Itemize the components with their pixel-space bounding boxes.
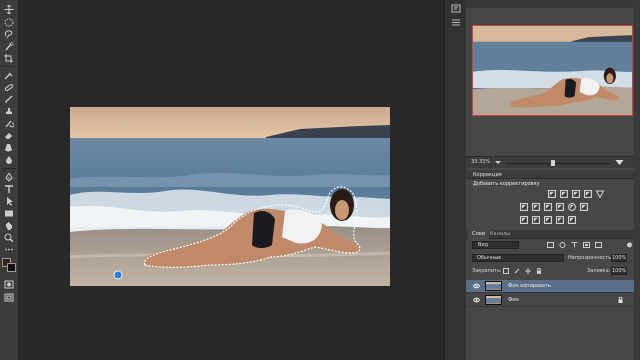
invert-icon[interactable] xyxy=(520,216,528,224)
lasso-tool-icon[interactable] xyxy=(3,29,15,39)
zoom-out-icon[interactable] xyxy=(494,159,502,166)
threshold-icon[interactable] xyxy=(544,216,552,224)
beach-photo xyxy=(70,107,390,286)
navigator-zoom-row: 33.33% xyxy=(466,156,640,168)
document-canvas-area[interactable] xyxy=(19,0,444,360)
navigator-panel: 33.33% xyxy=(466,0,640,170)
channel-mixer-icon[interactable] xyxy=(568,203,576,211)
filter-toggle-icon[interactable] xyxy=(626,242,633,248)
blur-tool-icon[interactable] xyxy=(3,154,15,164)
gradient-tool-icon[interactable] xyxy=(3,142,15,152)
exposure-icon[interactable] xyxy=(584,190,592,198)
layer-row-background[interactable]: Фон xyxy=(466,294,640,307)
crop-tool-icon[interactable] xyxy=(3,53,15,63)
history-brush-tool-icon[interactable] xyxy=(3,118,15,128)
path-selection-tool-icon[interactable] xyxy=(3,196,15,206)
color-swatches[interactable] xyxy=(2,258,17,272)
brush-tool-icon[interactable] xyxy=(3,94,15,104)
healing-brush-tool-icon[interactable] xyxy=(3,82,15,92)
layer-name[interactable]: Фон копировать xyxy=(508,283,551,289)
opacity-label: Непрозрачность: xyxy=(568,255,613,261)
black-white-icon[interactable] xyxy=(544,203,552,211)
tab-channels[interactable]: Каналы xyxy=(486,230,514,239)
layer-thumbnail xyxy=(485,281,502,291)
selective-color-icon[interactable] xyxy=(568,216,576,224)
lock-position-icon[interactable] xyxy=(525,268,531,274)
properties-panel-icon[interactable] xyxy=(451,18,461,27)
layer-filter-row: Вид xyxy=(466,240,640,251)
posterize-icon[interactable] xyxy=(532,216,540,224)
hand-tool-icon[interactable] xyxy=(3,220,15,230)
eyedropper-tool-icon[interactable] xyxy=(3,70,15,80)
marquee-tool-icon[interactable] xyxy=(3,17,15,27)
zoom-in-icon[interactable] xyxy=(615,158,624,167)
fill-label: Заливка: xyxy=(587,268,611,274)
lock-image-icon[interactable] xyxy=(514,268,520,274)
filter-adjustment-icon[interactable] xyxy=(559,242,566,248)
rectangle-tool-icon[interactable] xyxy=(3,208,15,218)
layer-lock-icon xyxy=(618,296,623,303)
layers-panel: Слои Каналы Вид Обычные Непрозрачность: … xyxy=(466,230,640,360)
type-tool-icon[interactable] xyxy=(3,184,15,194)
layers-tab-strip: Слои Каналы xyxy=(466,230,640,239)
blend-mode-select[interactable]: Обычные xyxy=(472,254,564,262)
pen-tool-icon[interactable] xyxy=(3,172,15,182)
brightness-contrast-icon[interactable] xyxy=(548,190,556,198)
color-balance-icon[interactable] xyxy=(532,203,540,211)
blend-mode-row: Обычные Непрозрачность: 100% xyxy=(466,253,640,264)
filter-shape-icon[interactable] xyxy=(583,242,590,248)
zoom-slider-knob[interactable] xyxy=(551,160,555,166)
adjustments-panel: Коррекция Добавить корректировку xyxy=(466,170,640,230)
navigator-tab-strip xyxy=(466,0,640,8)
layer-row-background-copy[interactable]: Фон копировать xyxy=(466,280,640,293)
move-tool-icon[interactable] xyxy=(3,4,15,14)
layer-thumbnail xyxy=(485,295,502,305)
hue-saturation-icon[interactable] xyxy=(520,203,528,211)
zoom-slider[interactable] xyxy=(506,160,610,166)
history-panel-icon[interactable] xyxy=(451,4,461,13)
right-panels: 33.33% Коррекция Добавить корректировку xyxy=(466,0,640,360)
filter-pixel-icon[interactable] xyxy=(547,242,554,248)
adjustments-subtitle: Добавить корректировку xyxy=(473,181,540,187)
adjustments-title[interactable]: Коррекция xyxy=(473,172,502,178)
zoom-level[interactable]: 33.33% xyxy=(471,159,490,165)
toolbar-divider xyxy=(2,168,16,169)
layer-name[interactable]: Фон xyxy=(508,297,519,303)
extra-tools-icon[interactable] xyxy=(3,244,15,254)
opacity-input[interactable]: 100% xyxy=(611,254,627,262)
lock-row: Закрепить: Заливка: 100% xyxy=(466,266,640,277)
zoom-tool-icon[interactable] xyxy=(3,232,15,242)
blend-mode-value: Обычные xyxy=(477,255,502,261)
adjustments-header: Коррекция xyxy=(466,170,640,179)
toolbar-divider xyxy=(2,66,16,67)
quick-selection-cursor xyxy=(113,270,123,280)
panel-scrollbar[interactable] xyxy=(634,0,640,360)
quick-mask-icon[interactable] xyxy=(3,279,15,289)
fill-input[interactable]: 100% xyxy=(611,267,627,275)
gradient-map-icon[interactable] xyxy=(556,216,564,224)
collapsed-panel-dock xyxy=(444,0,466,360)
visibility-eye-icon[interactable] xyxy=(472,283,481,289)
levels-icon[interactable] xyxy=(560,190,568,198)
visibility-eye-icon[interactable] xyxy=(472,297,481,303)
lock-transparent-icon[interactable] xyxy=(503,268,509,274)
tools-panel xyxy=(0,0,19,360)
lock-label: Закрепить: xyxy=(472,268,502,274)
filter-type-icon[interactable] xyxy=(571,242,578,248)
vibrance-icon[interactable] xyxy=(595,190,605,199)
clone-stamp-tool-icon[interactable] xyxy=(3,106,15,116)
layer-filter-select[interactable]: Вид xyxy=(472,241,519,249)
lock-all-icon[interactable] xyxy=(536,267,542,274)
document-image[interactable] xyxy=(70,107,390,286)
background-color-swatch[interactable] xyxy=(7,263,16,272)
navigator-thumbnail[interactable] xyxy=(472,25,633,116)
color-lookup-icon[interactable] xyxy=(580,203,588,211)
quick-selection-tool-icon[interactable] xyxy=(3,41,15,51)
eraser-tool-icon[interactable] xyxy=(3,130,15,140)
photo-filter-icon[interactable] xyxy=(556,203,564,211)
screen-mode-icon[interactable] xyxy=(3,292,15,302)
filter-smart-object-icon[interactable] xyxy=(595,242,602,248)
curves-icon[interactable] xyxy=(572,190,580,198)
layer-filter-value: Вид xyxy=(478,242,489,248)
